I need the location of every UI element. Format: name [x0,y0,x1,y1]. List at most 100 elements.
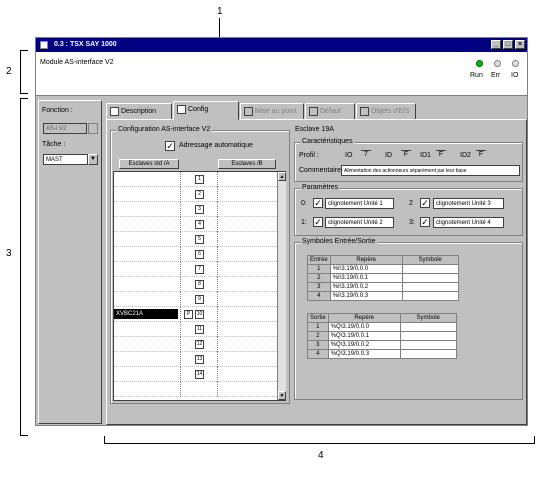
slave-row[interactable]: 14 [114,367,277,382]
minimize-button[interactable]: _ [491,40,501,49]
slave-a-cell[interactable] [114,369,178,379]
auto-addressing-checkbox[interactable]: ✓ [165,141,175,151]
slave-a-cell[interactable] [114,249,178,259]
slave-a-cell[interactable] [114,294,178,304]
out-1-sym[interactable] [399,322,457,332]
err-led-icon [494,60,501,67]
tab-config[interactable]: Config [173,101,239,120]
out-2-sym[interactable] [399,331,457,341]
slave-slot-icon[interactable]: 8 [195,280,204,289]
slave-row[interactable]: 2 [114,187,277,202]
in-3-sym[interactable] [401,282,459,292]
slave-a-cell[interactable] [114,279,178,289]
col-header-a: Esclaves std /A [119,159,179,169]
param-3-checkbox[interactable]: ✓ [420,217,430,227]
out-4-sym[interactable] [399,349,457,359]
carac-title: Caractéristiques [300,138,355,145]
slave-row[interactable]: 4 [114,217,277,232]
slave-a-cell[interactable] [114,264,178,274]
slave-row[interactable]: 1 [114,172,277,187]
slave-slot-icon[interactable]: 3 [195,205,204,214]
profil-io-value: 7 [361,150,371,160]
config-group: Configuration AS-interface V2 ✓ Adressag… [110,126,290,404]
out-2-num: 2 [307,331,329,341]
slave-slot-icon[interactable]: 2 [195,190,204,199]
tache-select[interactable]: MAST [43,154,88,165]
maximize-button[interactable]: □ [503,40,513,49]
scroll-down-icon[interactable]: ▼ [278,391,286,400]
window-title: 0.3 : TSX SAY 1000 [54,41,117,48]
in-4-sym[interactable] [401,291,459,301]
slave-row[interactable]: 11 [114,322,277,337]
comment-label: Commentaire [299,167,342,174]
slave-row[interactable]: 9 [114,292,277,307]
slave-row[interactable]: 6 [114,247,277,262]
slave-slot-icon[interactable]: 12 [195,340,204,349]
slave-a-cell[interactable] [114,219,178,229]
slave-slot-icon[interactable]: 9 [195,295,204,304]
tab-objets-es[interactable]: Objets d'E/S [356,103,416,119]
close-button[interactable]: × [515,40,525,49]
param-title: Paramètres [300,184,341,191]
slave-a-cell[interactable] [114,189,178,199]
in-2-sym[interactable] [401,273,459,283]
in-1-sym[interactable] [401,264,459,274]
slave-slot-icon[interactable]: 1 [195,175,204,184]
chevron-down-icon[interactable]: ▼ [88,154,98,165]
profil-id2-value: F [476,150,486,160]
slave-list[interactable]: 1 2 3 4 5 6 7 8 9 XVBC21A P 10 11 12 13 14 [113,171,286,401]
param-group: Paramètres 0: ✓ clignotement Unité 1 2 ✓… [294,184,523,236]
slave-slot-icon[interactable]: 10 [195,310,204,319]
slave-slot-icon[interactable]: 5 [195,235,204,244]
param-2-label: clignotement Unité 3 [433,198,504,209]
slave-row[interactable] [114,382,277,397]
slave-a-cell[interactable] [114,204,178,214]
fonction-label: Fonction : [42,107,73,114]
param-1-checkbox[interactable]: ✓ [313,217,323,227]
slave-a-cell[interactable] [114,174,178,184]
param-0-label: clignotement Unité 1 [325,198,394,209]
param-0-checkbox[interactable]: ✓ [313,198,323,208]
scrollbar[interactable]: ▲ ▼ [277,172,286,400]
callout-1: 1 [217,6,223,17]
auto-addressing-label: Adressage automatique [179,142,253,149]
param-2-checkbox[interactable]: ✓ [420,198,430,208]
slave-slot-icon[interactable]: 4 [195,220,204,229]
slave-slot-icon[interactable]: 13 [195,355,204,364]
slave-row[interactable]: 13 [114,352,277,367]
tab-description[interactable]: Description [106,103,172,119]
slave-a-cell[interactable] [114,354,178,364]
slave-slot-icon[interactable]: 14 [195,370,204,379]
callout-4-bracket [104,436,535,444]
slave-a-cell[interactable] [114,339,178,349]
profil-id1-value: F [436,150,446,160]
slave-row[interactable]: 5 [114,232,277,247]
out-3-sym[interactable] [399,340,457,350]
slave-row[interactable]: 8 [114,277,277,292]
tab-strip: Description Config Mise au point Défaut … [106,101,527,120]
slave-row[interactable]: 12 [114,337,277,352]
callout-4: 4 [318,450,324,461]
slave-slot-icon[interactable]: 7 [195,265,204,274]
in-4-num: 4 [307,291,331,301]
slave-a-cell[interactable] [114,384,178,394]
slave-a-cell[interactable] [114,234,178,244]
in-1-rep: %I\3.19/0.0.0 [329,264,403,274]
slave-slot-icon[interactable]: 11 [195,325,204,334]
slave-a-cell[interactable]: XVBC21A [114,309,178,319]
profil-io-label: IO [345,152,353,159]
slave-row[interactable]: 3 [114,202,277,217]
slave-slot-icon[interactable]: 6 [195,250,204,259]
slave-a-cell[interactable] [114,324,178,334]
scroll-up-icon[interactable]: ▲ [278,172,286,181]
tab-mise-au-point[interactable]: Mise au point [240,103,304,119]
param-3-label: clignotement Unité 4 [433,217,504,228]
tab-defaut[interactable]: Défaut [305,103,355,119]
description-icon [110,107,119,116]
comment-field[interactable]: Alimentation des actionneurs séparément … [341,165,520,176]
slave-row[interactable]: 7 [114,262,277,277]
callout-3-bracket [20,98,28,436]
slave-title: Esclave 19A [295,126,334,133]
out-head-symbole: Symbole [399,313,457,323]
slave-row[interactable]: XVBC21A P 10 [114,307,277,322]
